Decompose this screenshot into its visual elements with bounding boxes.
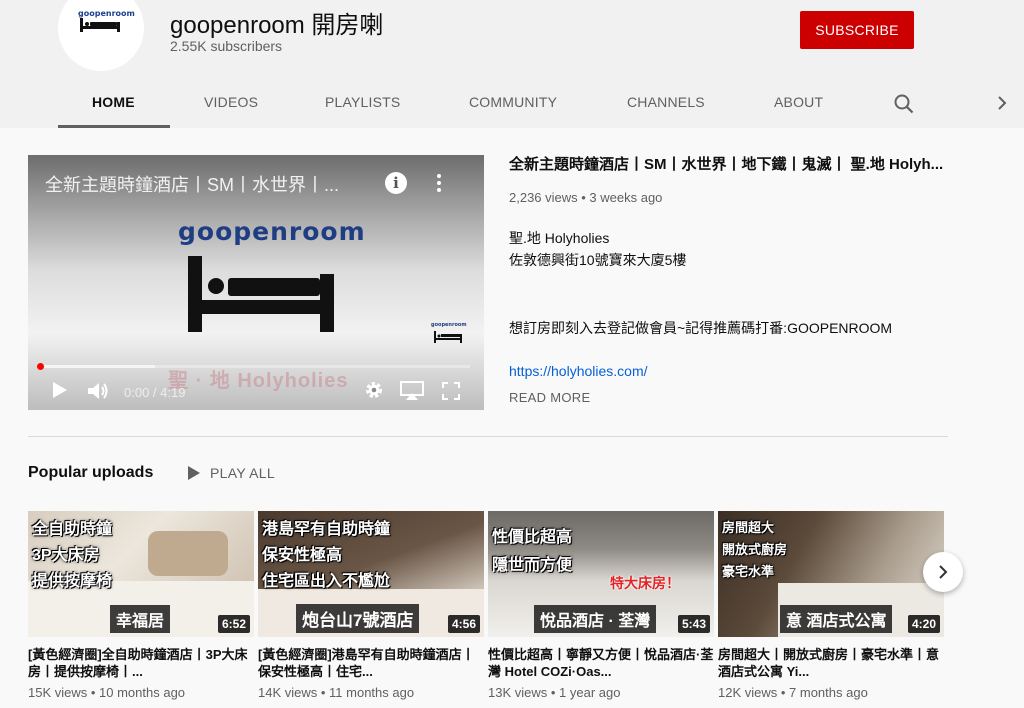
thumb-text: 性價比超高 [492,529,573,546]
active-tab-indicator [58,125,170,128]
thumb-banner: 炮台山7號酒店 [296,604,420,633]
duration-badge: 6:52 [217,615,250,633]
thumb-highlight-text: 特大床房！ [610,575,680,591]
channel-avatar[interactable]: goopenroom [58,0,144,71]
video-thumbnail[interactable]: 性價比超高 隱世而方便 特大床房！ 悅品酒店 · 荃灣 5:43 [488,511,714,637]
tab-channels[interactable]: CHANNELS [627,94,705,110]
play-icon [188,466,200,480]
video-logo-text: goopenroom [178,217,366,246]
thumb-text: 港島罕有自助時鐘 [262,521,391,538]
time-display: 0:00 / 4:19 [124,385,186,400]
video-card[interactable]: 性價比超高 隱世而方便 特大床房！ 悅品酒店 · 荃灣 5:43 性價比超高丨寧… [488,511,714,700]
thumb-pillow [148,531,228,576]
duration-badge: 4:20 [907,615,940,633]
featured-video-player[interactable]: 全新主題時鐘酒店丨SM丨水世界丨... i goopenroom goopenr… [28,155,484,410]
play-all-button[interactable]: PLAY ALL [188,465,275,481]
thumb-text: 全自助時鐘 [32,521,113,538]
info-icon[interactable]: i [385,172,407,194]
play-all-label: PLAY ALL [210,465,275,481]
thumb-text: 住宅區出入不尷尬 [262,573,391,590]
video-card[interactable]: 全自助時鐘 3P大床房 提供按摩椅 幸福居 6:52 [黃色經濟圈]全自助時鐘酒… [28,511,254,700]
thumb-banner: 幸福居 [110,605,171,633]
more-vert-icon[interactable] [432,173,446,193]
thumb-text: 3P大床房 [32,547,100,564]
volume-icon[interactable] [87,381,109,401]
thumb-text: 豪宅水準 [722,564,775,579]
channel-header: goopenroom goopenroom 開房喇 2.55K subscrib… [0,0,1024,128]
bed-icon [80,18,120,32]
card-title[interactable]: [黃色經濟圈]全自助時鐘酒店丨3P大床房丨提供按摩椅丨... [28,646,254,680]
bed-icon [434,331,462,343]
shelf-title[interactable]: Popular uploads [28,464,153,482]
avatar-logo-text: goopenroom [78,9,135,18]
duration-badge: 5:43 [677,615,710,633]
fullscreen-icon[interactable] [442,382,460,400]
bed-icon [188,256,334,332]
featured-video-meta: 2,236 views • 3 weeks ago [509,190,663,205]
card-title[interactable]: 性價比超高丨寧靜又方便丨悅品酒店·荃灣 Hotel COZi·Oas... [488,646,714,680]
description-line: 想訂房即刻入去登記做會員~記得推薦碼打番:GOOPENROOM [509,320,893,336]
video-card[interactable]: 港島罕有自助時鐘 保安性極高 住宅區出入不尷尬 炮台山7號酒店 4:56 [黃色… [258,511,484,700]
watermark-logo: goopenroom [431,322,467,328]
video-thumbnail[interactable]: 房間超大 開放式廚房 豪宅水準 意 酒店式公寓 4:20 [718,511,944,637]
progress-bar[interactable] [37,363,470,370]
section-divider [28,436,948,437]
player-overlay-title[interactable]: 全新主題時鐘酒店丨SM丨水世界丨... [45,171,370,197]
thumb-text: 保安性極高 [262,547,343,564]
thumb-text: 開放式廚房 [722,542,788,557]
thumb-banner: 悅品酒店 · 荃灣 [534,605,657,633]
duration-badge: 4:56 [447,615,480,633]
chevron-right-icon [939,565,948,579]
channel-name: goopenroom 開房喇 [170,12,384,39]
read-more-button[interactable]: READ MORE [509,390,590,405]
scrubber-handle[interactable] [37,363,44,370]
watermark-text: 聖 · 地 Holyholies [168,370,349,392]
card-meta: 12K views • 7 months ago [718,685,868,700]
tab-home[interactable]: HOME [92,94,135,110]
card-title[interactable]: [黃色經濟圈]港島罕有自助時鐘酒店丨保安性極高丨住宅... [258,646,484,680]
thumb-text: 提供按摩椅 [32,573,113,590]
shelf-next-button[interactable] [923,552,963,592]
description-line: 聖.地 Holyholies [509,230,610,246]
description-link[interactable]: https://holyholies.com/ [509,363,648,379]
thumb-text: 隱世而方便 [492,557,573,574]
card-meta: 14K views • 11 months ago [258,685,415,700]
play-icon[interactable] [52,381,68,399]
buffered-bar [40,365,155,368]
airplay-icon[interactable] [400,381,424,401]
video-thumbnail[interactable]: 港島罕有自助時鐘 保安性極高 住宅區出入不尷尬 炮台山7號酒店 4:56 [258,511,484,637]
video-thumbnail[interactable]: 全自助時鐘 3P大床房 提供按摩椅 幸福居 6:52 [28,511,254,637]
subscriber-count: 2.55K subscribers [170,38,283,54]
card-meta: 15K views • 10 months ago [28,685,186,700]
search-icon[interactable] [893,93,915,115]
card-title[interactable]: 房間超大丨開放式廚房丨豪宅水準丨意 酒店式公寓 Yi... [718,646,944,680]
featured-video-title[interactable]: 全新主題時鐘酒店丨SM丨水世界丨地下鐵丨鬼滅丨 聖.地 Holyh... [509,153,949,174]
settings-gear-icon[interactable] [364,380,384,400]
subscribe-button[interactable]: SUBSCRIBE [800,11,914,49]
tab-videos[interactable]: VIDEOS [204,94,258,110]
tab-community[interactable]: COMMUNITY [469,94,557,110]
card-meta: 13K views • 1 year ago [488,685,621,700]
chevron-right-icon[interactable] [995,94,1009,112]
tab-about[interactable]: ABOUT [774,94,823,110]
thumb-text: 房間超大 [722,520,775,535]
video-card[interactable]: 房間超大 開放式廚房 豪宅水準 意 酒店式公寓 4:20 房間超大丨開放式廚房丨… [718,511,944,700]
tab-playlists[interactable]: PLAYLISTS [325,94,400,110]
thumb-banner: 意 酒店式公寓 [780,605,893,633]
description-line: 佐敦德興街10號寶來大廈5樓 [509,252,687,268]
